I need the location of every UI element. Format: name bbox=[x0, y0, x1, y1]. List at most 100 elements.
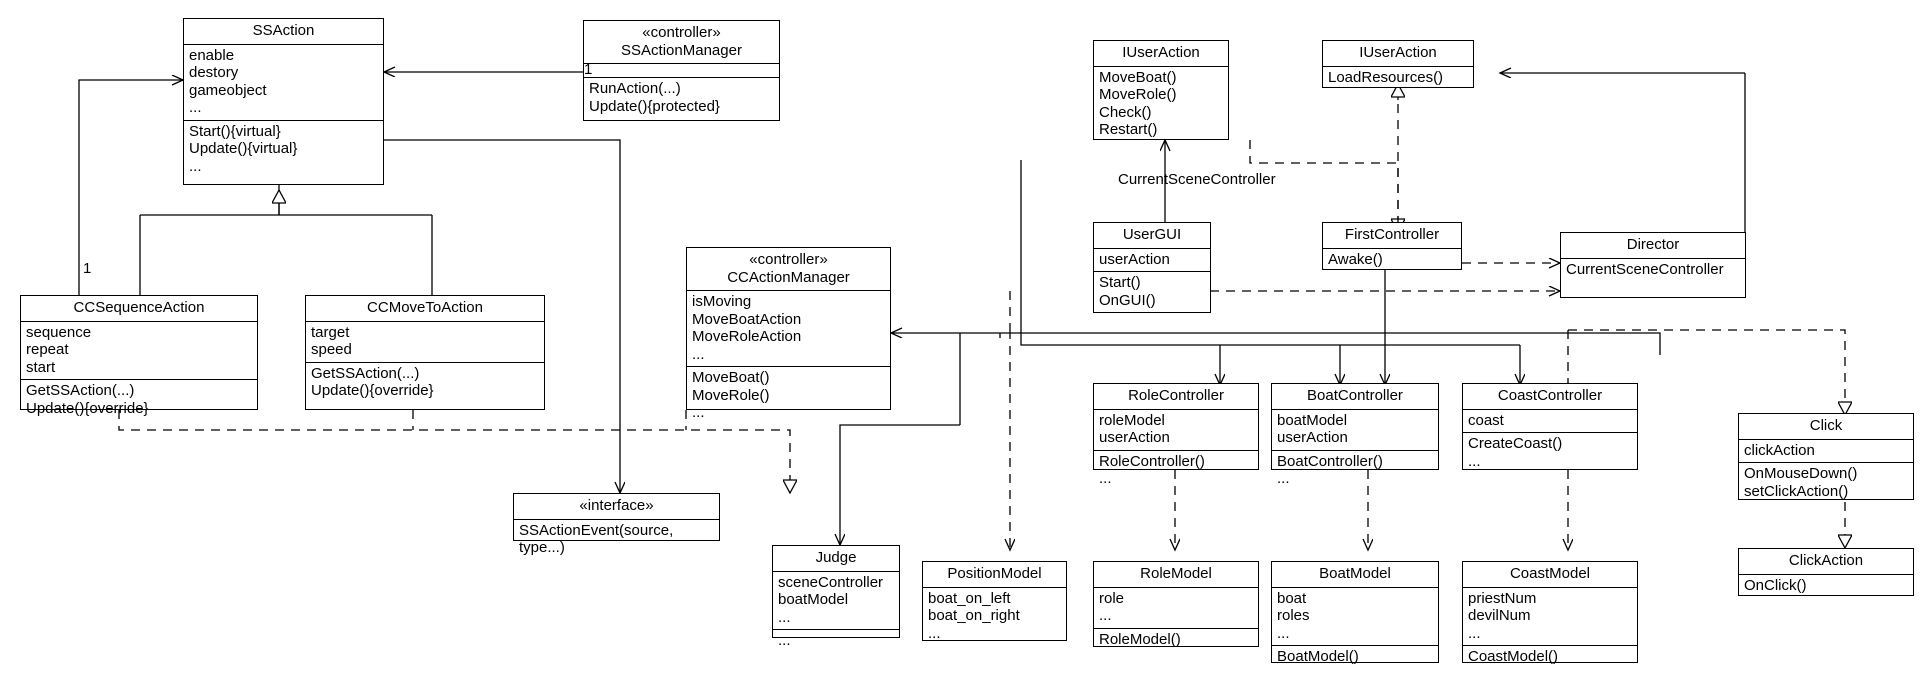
attribute: MoveBoatAction bbox=[692, 310, 802, 328]
class-rolemodel-attributes: role ... bbox=[1094, 586, 1258, 628]
operation: Restart() bbox=[1099, 121, 1158, 138]
attribute: ... bbox=[189, 99, 202, 116]
attribute: userAction bbox=[1277, 429, 1348, 446]
class-firstcontroller-title: FirstController bbox=[1323, 223, 1461, 248]
class-boatcontroller[interactable]: BoatController boatModel userAction Boat… bbox=[1271, 383, 1439, 487]
class-click-operations: OnMouseDown() setClickAction() bbox=[1739, 462, 1913, 503]
attribute: boatModel bbox=[778, 591, 849, 608]
edge-label-text: CurrentSceneController bbox=[1118, 171, 1276, 188]
operation: Check() bbox=[1099, 103, 1152, 121]
class-positionmodel[interactable]: PositionModel boat_on_left boat_on_right… bbox=[922, 561, 1067, 642]
operation: RoleController() bbox=[1099, 452, 1205, 470]
class-clickaction-attributes: OnClick() bbox=[1739, 573, 1913, 598]
attribute: MoveRoleAction bbox=[692, 328, 802, 345]
class-firstcontroller-operations: Awake() bbox=[1323, 247, 1461, 272]
attribute: ... bbox=[1099, 607, 1112, 624]
attribute: role bbox=[1099, 589, 1125, 607]
edge-label-multiplicity-left: 1 bbox=[83, 261, 91, 277]
class-boatmodel-attributes: boat roles ... bbox=[1272, 586, 1438, 646]
class-positionmodel-name: PositionModel bbox=[947, 565, 1042, 582]
class-rolecontroller-name: RoleController bbox=[1128, 387, 1224, 404]
attribute: boat_on_left bbox=[928, 589, 1011, 607]
operation: MoveBoat() bbox=[1099, 68, 1177, 86]
class-judge-operations: ... bbox=[773, 629, 899, 653]
class-ccmovetoaction-operations: GetSSAction(...) Update(){override} bbox=[306, 361, 544, 410]
operation: Start() bbox=[1099, 274, 1141, 291]
class-boatmodel[interactable]: BoatModel boat roles ... BoatModel() bbox=[1271, 561, 1439, 665]
attribute: gameobject bbox=[189, 81, 267, 99]
class-clickaction-title: ClickAction bbox=[1739, 549, 1913, 574]
operation: CoastModel() bbox=[1468, 648, 1559, 665]
attribute: roles bbox=[1277, 607, 1310, 624]
class-ccmovetoaction[interactable]: CCMoveToAction target speed GetSSAction(… bbox=[305, 295, 545, 410]
class-positionmodel-attributes: boat_on_left boat_on_right ... bbox=[923, 586, 1066, 646]
attribute: sequence bbox=[26, 323, 92, 341]
class-usergui[interactable]: UserGUI userAction Start() OnGUI() bbox=[1093, 222, 1211, 313]
class-rolemodel-name: RoleModel bbox=[1140, 565, 1212, 582]
operation: CreateCoast() bbox=[1468, 435, 1563, 452]
class-judge[interactable]: Judge sceneController boatModel ... ... bbox=[772, 545, 900, 649]
class-coastcontroller[interactable]: CoastController coast CreateCoast() ... bbox=[1462, 383, 1638, 470]
class-iuseraction[interactable]: IUserAction MoveBoat() MoveRole() Check(… bbox=[1093, 40, 1229, 140]
class-ccsequenceaction-title: CCSequenceAction bbox=[21, 296, 257, 321]
class-coastcontroller-attributes: coast bbox=[1463, 408, 1637, 433]
class-coastcontroller-title: CoastController bbox=[1463, 384, 1637, 409]
class-judge-attributes: sceneController boatModel ... bbox=[773, 570, 899, 630]
class-iuseraction-loadresources[interactable]: IUserAction LoadResources() bbox=[1322, 40, 1474, 88]
class-clickaction-name: ClickAction bbox=[1788, 552, 1864, 569]
operation: Start(){virtual} bbox=[189, 122, 281, 140]
class-rolemodel[interactable]: RoleModel role ... RoleModel() bbox=[1093, 561, 1259, 648]
attribute: userAction bbox=[1099, 250, 1170, 268]
class-coastmodel[interactable]: CoastModel priestNum devilNum ... CoastM… bbox=[1462, 561, 1638, 665]
class-coastmodel-title: CoastModel bbox=[1463, 562, 1637, 587]
class-click[interactable]: Click clickAction OnMouseDown() setClick… bbox=[1738, 413, 1914, 500]
operation: Update(){override} bbox=[26, 399, 149, 417]
operation: GetSSAction(...) bbox=[26, 382, 135, 399]
class-ssactionmanager-stereotype: «controller» bbox=[642, 24, 721, 41]
attribute: ... bbox=[692, 345, 705, 363]
class-usergui-title: UserGUI bbox=[1094, 223, 1210, 248]
edge-label-text: 1 bbox=[584, 61, 593, 78]
class-director-attributes: CurrentSceneController bbox=[1561, 257, 1745, 298]
class-coastmodel-attributes: priestNum devilNum ... bbox=[1463, 586, 1637, 646]
class-ssaction[interactable]: SSAction enable destory gameobject ... S… bbox=[183, 18, 384, 185]
class-boatcontroller-operations: BoatController() ... bbox=[1272, 449, 1438, 491]
class-director-title: Director bbox=[1561, 233, 1745, 258]
operation: SSActionEvent(source, type...) bbox=[519, 521, 674, 557]
class-iuseraction-name: IUserAction bbox=[1122, 44, 1200, 61]
class-ssactionevent[interactable]: «interface» SSActionEvent(source, type..… bbox=[513, 493, 720, 556]
class-boatcontroller-attributes: boatModel userAction bbox=[1272, 408, 1438, 450]
class-iuseraction-operations: MoveBoat() MoveRole() Check() Restart() bbox=[1094, 65, 1228, 142]
class-clickaction[interactable]: ClickAction OnClick() bbox=[1738, 548, 1914, 596]
operation: GetSSAction(...) bbox=[311, 364, 420, 382]
class-ssaction-attributes: enable destory gameobject ... bbox=[184, 43, 383, 120]
operation: ... bbox=[189, 157, 202, 175]
class-coastmodel-operations: CoastModel() bbox=[1463, 645, 1637, 669]
attribute: sceneController bbox=[778, 573, 884, 591]
attribute: ... bbox=[778, 608, 791, 626]
operation: RoleModel() bbox=[1099, 630, 1181, 648]
class-ssactionmanager[interactable]: «controller» SSActionManager RunAction(.… bbox=[583, 20, 780, 121]
class-firstcontroller[interactable]: FirstController Awake() bbox=[1322, 222, 1462, 270]
class-ssactionevent-stereotype: «interface» bbox=[579, 497, 654, 514]
class-rolecontroller[interactable]: RoleController roleModel userAction Role… bbox=[1093, 383, 1259, 487]
class-ccsequenceaction[interactable]: CCSequenceAction sequence repeat start G… bbox=[20, 295, 258, 417]
class-ssaction-name: SSAction bbox=[252, 22, 315, 39]
operation: RunAction(...) bbox=[589, 80, 681, 97]
attribute: destory bbox=[189, 64, 239, 81]
class-iuseraction-loadresources-name: IUserAction bbox=[1359, 44, 1437, 61]
class-ccactionmanager-name: CCActionManager bbox=[727, 268, 850, 286]
class-director[interactable]: Director CurrentSceneController bbox=[1560, 232, 1746, 298]
operation: Update(){virtual} bbox=[189, 140, 298, 157]
class-ssactionevent-title: «interface» bbox=[514, 494, 719, 519]
class-coastcontroller-operations: CreateCoast() ... bbox=[1463, 432, 1637, 473]
operation: MoveRole() bbox=[692, 386, 770, 404]
class-usergui-name: UserGUI bbox=[1122, 226, 1182, 243]
attribute: userAction bbox=[1099, 429, 1170, 446]
operation: MoveBoat() bbox=[692, 369, 770, 386]
attribute: ... bbox=[928, 624, 941, 642]
attribute: clickAction bbox=[1744, 441, 1815, 459]
class-coastmodel-name: CoastModel bbox=[1509, 565, 1591, 582]
class-ccactionmanager[interactable]: «controller» CCActionManager isMoving Mo… bbox=[686, 247, 891, 421]
operation: ... bbox=[1468, 452, 1481, 470]
